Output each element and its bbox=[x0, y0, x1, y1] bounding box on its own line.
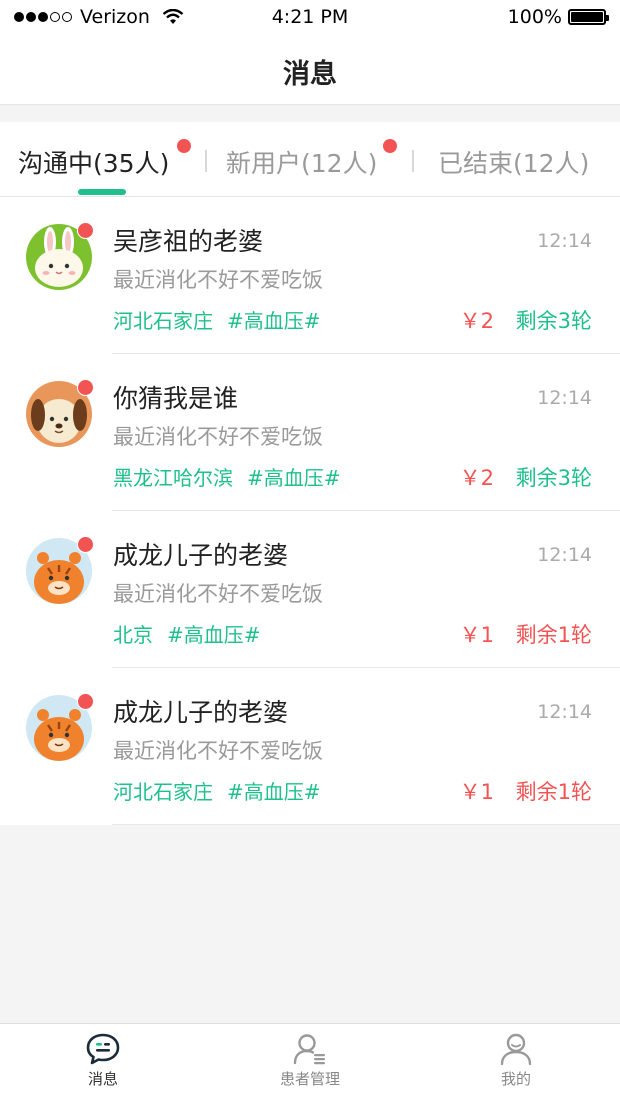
active-tab-indicator bbox=[78, 189, 126, 195]
page-title: 消息 bbox=[283, 59, 337, 90]
battery-icon bbox=[568, 9, 609, 25]
navigation-bar: 消息 bbox=[0, 36, 620, 105]
condition-tag: #高血压# bbox=[227, 780, 321, 804]
tab-divider bbox=[205, 150, 207, 172]
remaining-rounds: 剩余3轮 bbox=[515, 309, 592, 333]
message-time: 12:14 bbox=[537, 701, 592, 723]
tab-in-progress-dot bbox=[177, 139, 191, 153]
remaining-rounds: 剩余1轮 bbox=[515, 780, 592, 804]
row-divider bbox=[112, 824, 620, 825]
tabbar-messages-label: 消息 bbox=[87, 1070, 118, 1088]
message-preview: 最近消化不好不爱吃饭 bbox=[113, 582, 323, 606]
unread-badge bbox=[77, 379, 94, 396]
profile-icon bbox=[500, 1033, 532, 1066]
price-label: ￥1 bbox=[459, 623, 494, 647]
message-time: 12:14 bbox=[537, 544, 592, 566]
battery-percent: 100% bbox=[507, 6, 562, 28]
tabbar-patient-management[interactable]: 患者管理 bbox=[250, 1032, 370, 1089]
message-preview: 最近消化不好不爱吃饭 bbox=[113, 268, 323, 292]
location-tags: 黑龙江哈尔滨 #高血压# bbox=[113, 462, 341, 491]
location-label: 河北石家庄 bbox=[113, 309, 213, 333]
list-item[interactable]: 成龙儿子的老婆 12:14 最近消化不好不爱吃饭 河北石家庄 #高血压# ￥1 剩… bbox=[0, 668, 620, 825]
tabbar-profile[interactable]: 我的 bbox=[456, 1032, 576, 1089]
tabbar-patient-management-label: 患者管理 bbox=[279, 1070, 340, 1088]
contact-name: 吴彦祖的老婆 bbox=[113, 227, 264, 256]
message-time: 12:14 bbox=[537, 387, 592, 409]
location-tags: 北京 #高血压# bbox=[113, 619, 261, 648]
location-tags: 河北石家庄 #高血压# bbox=[113, 305, 321, 334]
tabbar-messages[interactable]: 消息 bbox=[43, 1032, 163, 1089]
status-bar: Verizon 4:21 PM 100% bbox=[0, 0, 620, 36]
contact-name: 成龙儿子的老婆 bbox=[113, 698, 289, 727]
location-tags: 河北石家庄 #高血压# bbox=[113, 776, 321, 805]
unread-badge bbox=[77, 222, 94, 239]
tab-divider bbox=[412, 150, 414, 172]
location-label: 黑龙江哈尔滨 bbox=[113, 466, 233, 490]
list-item[interactable]: 吴彦祖的老婆 12:14 最近消化不好不爱吃饭 河北石家庄 #高血压# ￥2 剩余… bbox=[0, 197, 620, 354]
list-item[interactable]: 你猜我是谁 12:14 最近消化不好不爱吃饭 黑龙江哈尔滨 #高血压# ￥2 剩余… bbox=[0, 354, 620, 511]
message-list: 吴彦祖的老婆 12:14 最近消化不好不爱吃饭 河北石家庄 #高血压# ￥2 剩余… bbox=[0, 197, 620, 825]
condition-tag: #高血压# bbox=[227, 309, 321, 333]
price-label: ￥2 bbox=[459, 466, 494, 490]
conversation-tabs: 沟通中(35人) 新用户(12人) 已结束(12人) bbox=[0, 122, 620, 197]
contact-name: 成龙儿子的老婆 bbox=[113, 541, 289, 570]
remaining-rounds: 剩余3轮 bbox=[515, 466, 592, 490]
patient-manage-icon bbox=[293, 1034, 325, 1065]
condition-tag: #高血压# bbox=[247, 466, 341, 490]
tab-new-users[interactable]: 新用户(12人) bbox=[226, 144, 377, 180]
price-label: ￥1 bbox=[459, 780, 494, 804]
message-preview: 最近消化不好不爱吃饭 bbox=[113, 739, 323, 763]
list-item[interactable]: 成龙儿子的老婆 12:14 最近消化不好不爱吃饭 北京 #高血压# ￥1 剩余1轮 bbox=[0, 511, 620, 668]
tabbar-profile-label: 我的 bbox=[500, 1070, 531, 1088]
message-time: 12:14 bbox=[537, 230, 592, 252]
chat-icon bbox=[86, 1033, 120, 1065]
tab-new-users-dot bbox=[383, 139, 397, 153]
remaining-rounds: 剩余1轮 bbox=[515, 623, 592, 647]
price-label: ￥2 bbox=[459, 309, 494, 333]
message-preview: 最近消化不好不爱吃饭 bbox=[113, 425, 323, 449]
location-label: 北京 bbox=[113, 623, 153, 647]
location-label: 河北石家庄 bbox=[113, 780, 213, 804]
unread-badge bbox=[77, 693, 94, 710]
unread-badge bbox=[77, 536, 94, 553]
contact-name: 你猜我是谁 bbox=[113, 384, 239, 413]
condition-tag: #高血压# bbox=[167, 623, 261, 647]
tab-ended[interactable]: 已结束(12人) bbox=[438, 144, 589, 180]
tab-in-progress[interactable]: 沟通中(35人) bbox=[18, 144, 169, 180]
bottom-tab-bar: 消息 患者管理 我的 bbox=[0, 1023, 620, 1103]
